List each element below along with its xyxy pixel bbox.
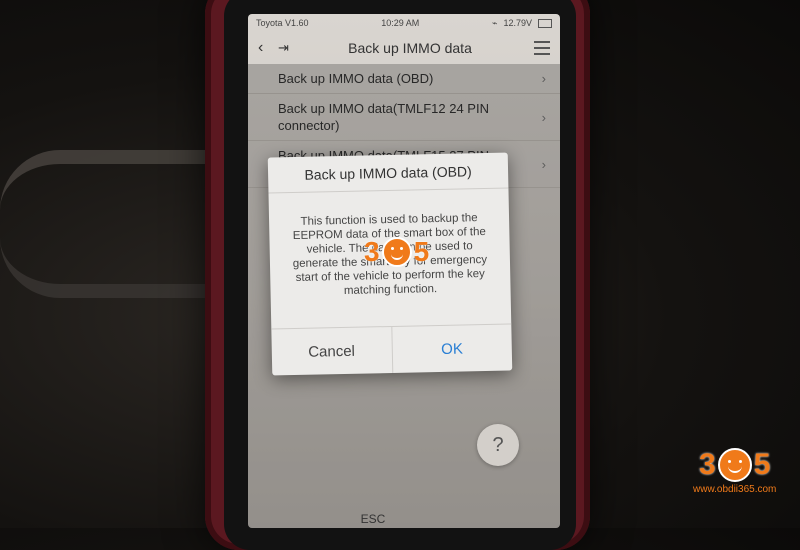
watermark-logo-center: 3 5 bbox=[364, 236, 429, 268]
watermark-digit: 5 bbox=[753, 448, 771, 481]
esc-button[interactable]: ESC bbox=[348, 512, 398, 526]
watermark-digit: 5 bbox=[413, 236, 430, 267]
watermark-site: www.obdii365.com bbox=[693, 484, 777, 495]
app-bar: ‹ ⇥ Back up IMMO data bbox=[248, 32, 560, 64]
exit-icon[interactable]: ⇥ bbox=[278, 40, 304, 56]
app-version: Toyota V1.60 bbox=[256, 18, 309, 28]
dialog-title: Back up IMMO data (OBD) bbox=[267, 152, 509, 194]
battery-icon bbox=[538, 18, 552, 28]
ok-button[interactable]: OK bbox=[392, 324, 512, 372]
dialog-buttons: Cancel OK bbox=[271, 323, 513, 376]
voltage-readout: 12.79V bbox=[503, 18, 532, 28]
vci-icon: ⌁ bbox=[492, 17, 498, 28]
smiley-icon bbox=[381, 237, 412, 267]
smiley-icon bbox=[717, 448, 752, 482]
cancel-button[interactable]: Cancel bbox=[271, 326, 393, 376]
status-time: 10:29 AM bbox=[381, 18, 420, 28]
watermark-logo-corner: 3 5 www.obdii365.com bbox=[693, 448, 776, 495]
back-arrow-icon[interactable]: ‹ bbox=[258, 39, 278, 57]
watermark-digit: 3 bbox=[699, 448, 716, 481]
page-title: Back up IMMO data bbox=[348, 40, 472, 56]
help-button[interactable]: ? bbox=[477, 424, 519, 466]
watermark-digit: 3 bbox=[364, 236, 380, 267]
menu-icon[interactable] bbox=[534, 41, 550, 55]
status-bar: Toyota V1.60 10:29 AM ⌁ 12.79V bbox=[248, 14, 560, 32]
